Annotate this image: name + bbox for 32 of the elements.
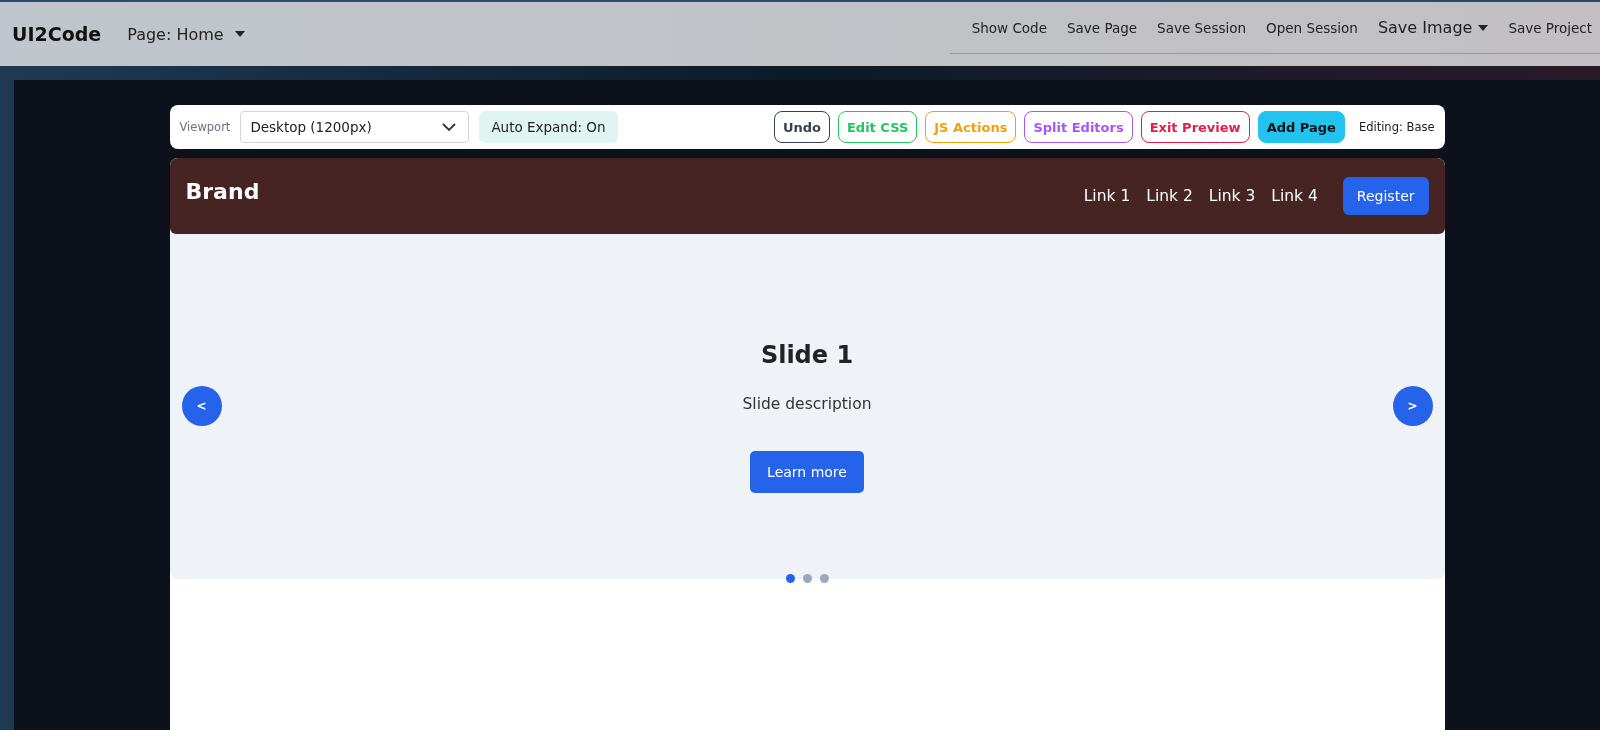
slide-title: Slide 1 xyxy=(760,340,854,369)
nav-link[interactable]: Link 4 xyxy=(1271,187,1318,205)
toolbar-button[interactable]: Add Page xyxy=(1257,111,1345,143)
next-button[interactable]: > xyxy=(1392,385,1433,426)
carousel-dot[interactable] xyxy=(785,574,795,583)
register-button[interactable]: Register xyxy=(1342,177,1429,215)
carousel-dot[interactable] xyxy=(819,574,829,583)
menu-button[interactable]: Save Session xyxy=(1149,19,1255,36)
caret-icon xyxy=(234,31,245,37)
nav-link[interactable]: Link 2 xyxy=(1146,187,1193,205)
carousel-dot[interactable] xyxy=(802,574,812,583)
menu-button[interactable]: Save Project xyxy=(1500,19,1600,36)
brand-logo: Brand xyxy=(185,178,260,204)
menu-button[interactable]: Show Code xyxy=(963,19,1055,36)
nav-link[interactable]: Link 3 xyxy=(1208,187,1256,205)
toolbar-button[interactable]: Split Editors xyxy=(1024,111,1133,143)
app-title: UI2Code xyxy=(12,23,102,45)
chevron-down-icon xyxy=(442,122,457,132)
menu-button[interactable]: Open Session xyxy=(1258,19,1366,36)
previous-button[interactable]: < xyxy=(181,385,222,426)
slide-description: Slide description xyxy=(742,394,872,413)
viewport-select[interactable]: Desktop (1200px) xyxy=(240,111,470,143)
menu-button[interactable]: Save Image xyxy=(1369,18,1497,37)
editing-status: Editing: Base xyxy=(1358,120,1435,134)
toolbar-button[interactable]: Exit Preview xyxy=(1140,111,1250,143)
nav-link[interactable]: Link 1 xyxy=(1083,187,1131,205)
auto-expand-toggle[interactable]: Auto Expand: On xyxy=(479,111,618,143)
page-dropdown[interactable]: Page: Home xyxy=(127,24,245,44)
viewport-label: Viewport xyxy=(179,120,231,134)
menu-button[interactable]: Save Page xyxy=(1059,19,1146,36)
learn-more-button[interactable]: Learn more xyxy=(750,450,864,493)
toolbar-button[interactable]: Undo xyxy=(773,111,830,143)
